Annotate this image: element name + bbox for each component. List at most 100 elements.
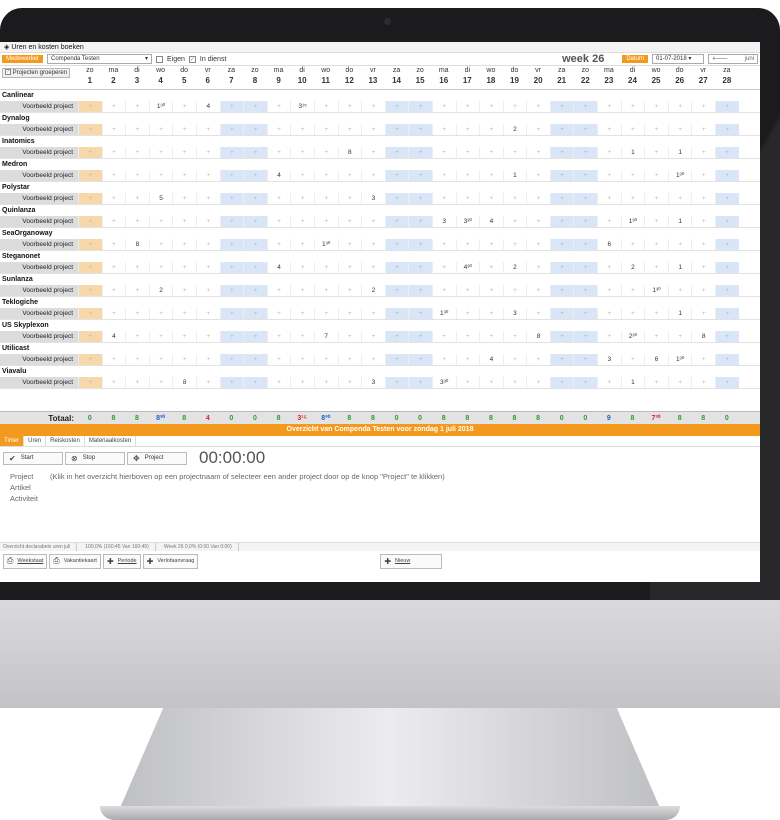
hours-cell[interactable]: + bbox=[243, 262, 267, 273]
hours-cell[interactable]: + bbox=[573, 216, 598, 227]
day-header[interactable]: ma 23 bbox=[597, 66, 621, 89]
hours-cell[interactable]: + bbox=[479, 124, 503, 135]
hours-cell[interactable]: + bbox=[479, 285, 503, 296]
hours-cell[interactable]: + bbox=[266, 147, 291, 158]
hours-cell[interactable]: + bbox=[219, 239, 244, 250]
hours-cell[interactable]: 2 bbox=[148, 285, 173, 296]
hours-cell[interactable]: + bbox=[408, 193, 432, 204]
hours-cell[interactable]: + bbox=[148, 216, 173, 227]
hours-cell[interactable]: + bbox=[313, 354, 338, 365]
hours-cell[interactable]: 3 bbox=[597, 354, 621, 365]
indienst-checkbox[interactable]: ✓ bbox=[188, 55, 196, 63]
hours-cell[interactable]: + bbox=[644, 147, 668, 158]
hours-cell[interactable]: + bbox=[148, 124, 173, 135]
hours-cell[interactable]: + bbox=[219, 193, 244, 204]
hours-cell[interactable]: + bbox=[266, 101, 291, 112]
hours-cell[interactable]: + bbox=[243, 285, 267, 296]
hours-cell[interactable]: 4 bbox=[195, 101, 220, 112]
hours-cell[interactable]: + bbox=[526, 124, 550, 135]
hours-cell[interactable]: + bbox=[384, 308, 409, 319]
hours-cell[interactable]: + bbox=[172, 124, 196, 135]
day-header[interactable]: wo 4 bbox=[149, 66, 173, 89]
day-header[interactable]: ma 2 bbox=[102, 66, 126, 89]
hours-cell[interactable]: + bbox=[78, 124, 102, 135]
hours-cell[interactable]: + bbox=[502, 377, 527, 388]
day-header[interactable]: do 26 bbox=[668, 66, 692, 89]
periode-button[interactable]: ✚ Periode bbox=[102, 553, 141, 569]
hours-cell[interactable]: 7 bbox=[313, 331, 338, 342]
hours-cell[interactable]: 3¹⁵ bbox=[290, 101, 314, 112]
hours-cell[interactable]: + bbox=[290, 262, 314, 273]
hours-cell[interactable]: + bbox=[290, 147, 314, 158]
hours-cell[interactable]: + bbox=[313, 262, 338, 273]
hours-cell[interactable]: + bbox=[691, 285, 715, 296]
hours-cell[interactable]: + bbox=[573, 331, 598, 342]
hours-cell[interactable]: 3³⁰ bbox=[431, 377, 456, 388]
hours-cell[interactable]: + bbox=[384, 147, 409, 158]
tab-reiskosten[interactable]: Reiskosten bbox=[46, 436, 85, 446]
hours-cell[interactable]: + bbox=[667, 101, 692, 112]
hours-cell[interactable]: + bbox=[219, 331, 244, 342]
hours-cell[interactable]: + bbox=[148, 170, 173, 181]
hours-cell[interactable]: + bbox=[691, 308, 715, 319]
hours-cell[interactable]: + bbox=[78, 308, 102, 319]
day-header[interactable]: ma 9 bbox=[267, 66, 291, 89]
hours-cell[interactable]: + bbox=[502, 193, 527, 204]
hours-cell[interactable]: + bbox=[667, 193, 692, 204]
hours-cell[interactable]: + bbox=[644, 124, 668, 135]
hours-cell[interactable]: + bbox=[691, 239, 715, 250]
hours-cell[interactable]: + bbox=[78, 285, 102, 296]
hours-cell[interactable]: + bbox=[290, 354, 314, 365]
hours-cell[interactable]: + bbox=[266, 193, 291, 204]
hours-cell[interactable]: + bbox=[243, 124, 267, 135]
hours-cell[interactable]: + bbox=[502, 101, 527, 112]
hours-cell[interactable]: 1³⁰ bbox=[667, 170, 692, 181]
hours-cell[interactable]: + bbox=[125, 216, 149, 227]
hours-cell[interactable]: + bbox=[549, 124, 574, 135]
hours-cell[interactable]: + bbox=[691, 147, 715, 158]
hours-cell[interactable]: + bbox=[172, 101, 196, 112]
hours-cell[interactable]: + bbox=[573, 170, 598, 181]
hours-cell[interactable]: + bbox=[195, 262, 220, 273]
stop-button[interactable]: ⊗ Stop bbox=[65, 451, 125, 465]
day-header[interactable]: vr 13 bbox=[361, 66, 385, 89]
hours-cell[interactable]: + bbox=[431, 239, 456, 250]
hours-cell[interactable]: + bbox=[266, 354, 291, 365]
hours-cell[interactable]: + bbox=[361, 124, 385, 135]
project-name[interactable]: Voorbeeld project bbox=[0, 331, 78, 342]
hours-cell[interactable]: + bbox=[549, 193, 574, 204]
hours-cell[interactable]: + bbox=[313, 285, 338, 296]
hours-cell[interactable]: + bbox=[313, 124, 338, 135]
hours-cell[interactable]: + bbox=[195, 377, 220, 388]
hours-cell[interactable]: + bbox=[691, 124, 715, 135]
hours-cell[interactable]: + bbox=[715, 308, 739, 319]
hours-cell[interactable]: + bbox=[101, 170, 126, 181]
hours-cell[interactable]: + bbox=[125, 147, 149, 158]
hours-cell[interactable]: + bbox=[219, 147, 244, 158]
hours-cell[interactable]: + bbox=[148, 354, 173, 365]
hours-cell[interactable]: + bbox=[243, 354, 267, 365]
hours-cell[interactable]: 1³⁰ bbox=[667, 354, 692, 365]
day-header[interactable]: zo 15 bbox=[408, 66, 432, 89]
hours-cell[interactable]: + bbox=[125, 262, 149, 273]
hours-cell[interactable]: + bbox=[597, 216, 621, 227]
hours-cell[interactable]: + bbox=[384, 239, 409, 250]
day-header[interactable]: vr 20 bbox=[526, 66, 550, 89]
hours-cell[interactable]: + bbox=[361, 239, 385, 250]
hours-cell[interactable]: + bbox=[384, 101, 409, 112]
hours-cell[interactable]: + bbox=[431, 147, 456, 158]
hours-cell[interactable]: + bbox=[125, 308, 149, 319]
hours-cell[interactable]: + bbox=[290, 285, 314, 296]
hours-cell[interactable]: + bbox=[172, 216, 196, 227]
hours-cell[interactable]: + bbox=[195, 193, 220, 204]
day-header[interactable]: di 3 bbox=[125, 66, 149, 89]
hours-cell[interactable]: + bbox=[691, 101, 715, 112]
hours-cell[interactable]: + bbox=[715, 216, 739, 227]
day-header[interactable]: zo 8 bbox=[243, 66, 267, 89]
hours-cell[interactable]: + bbox=[502, 216, 527, 227]
hours-cell[interactable]: + bbox=[479, 101, 503, 112]
hours-cell[interactable]: 1³⁰ bbox=[431, 308, 456, 319]
hours-cell[interactable]: + bbox=[644, 331, 668, 342]
hours-cell[interactable]: + bbox=[408, 285, 432, 296]
hours-cell[interactable]: + bbox=[290, 239, 314, 250]
